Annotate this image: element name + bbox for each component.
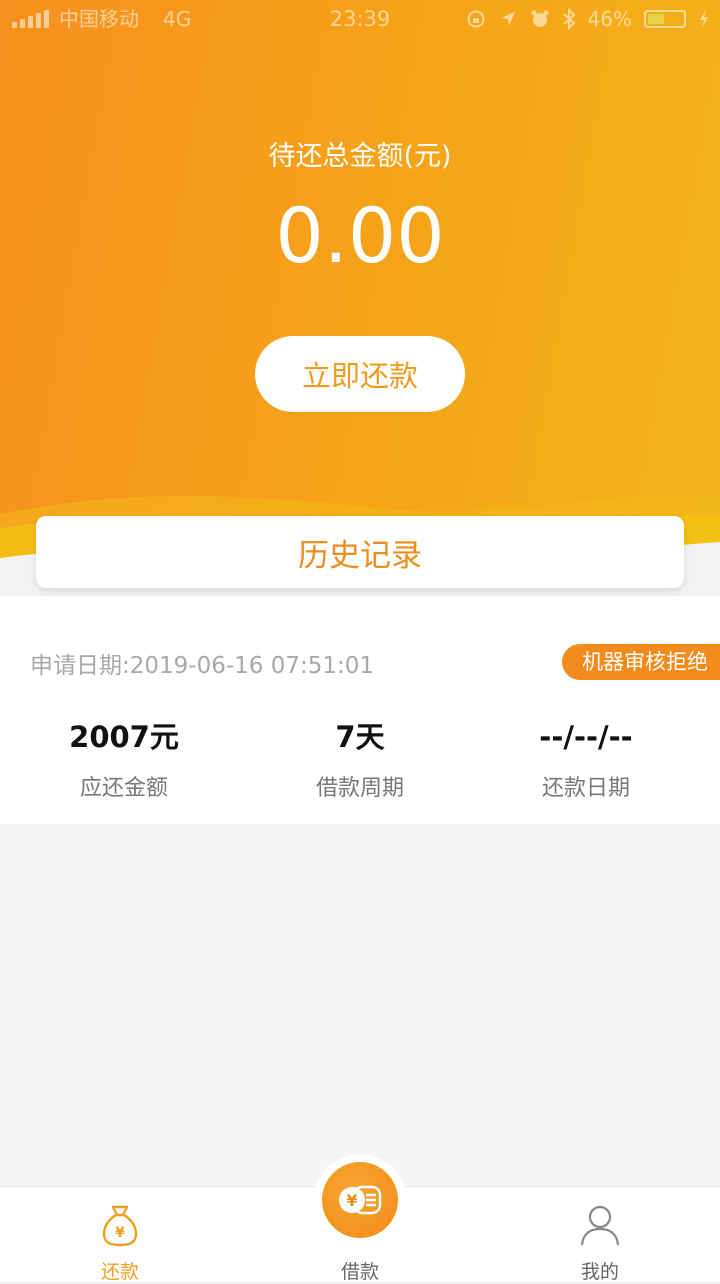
stat-value: 7天 bbox=[335, 720, 385, 754]
stat-repayment-date: --/--/-- 还款日期 bbox=[466, 716, 706, 802]
status-bar: 中国移动 4G 23:39 46% bbox=[0, 0, 720, 38]
bluetooth-icon bbox=[562, 8, 575, 30]
repay-now-button[interactable]: 立即还款 bbox=[255, 336, 465, 412]
stat-value: --/--/-- bbox=[539, 720, 633, 754]
total-due-amount: 0.00 bbox=[275, 191, 445, 280]
stat-amount-due: 2007元 应还金额 bbox=[4, 716, 244, 802]
status-badge: 机器审核拒绝 bbox=[562, 644, 720, 680]
application-date: 申请日期:2019-06-16 07:51:01 bbox=[30, 653, 375, 679]
orientation-lock-icon bbox=[467, 10, 485, 28]
location-icon bbox=[500, 12, 515, 26]
total-due-label: 待还总金额(元) bbox=[268, 141, 452, 172]
history-records-title: 历史记录 bbox=[298, 537, 422, 574]
svg-text:¥: ¥ bbox=[346, 1191, 357, 1210]
repayment-header: 中国移动 4G 23:39 46% 待还总金额(元) 0.00 立即还款 bbox=[0, 0, 720, 596]
stat-label: 还款日期 bbox=[541, 776, 630, 801]
coin-icon: ¥ bbox=[339, 1185, 382, 1215]
money-bag-icon: ¥ bbox=[102, 1205, 138, 1247]
stat-loan-period: 7天 借款周期 bbox=[240, 716, 480, 802]
battery-icon bbox=[644, 10, 686, 28]
alarm-icon bbox=[531, 10, 549, 27]
stat-label: 应还金额 bbox=[79, 776, 168, 801]
loan-record-card[interactable]: 申请日期:2019-06-16 07:51:01 机器审核拒绝 2007元 应还… bbox=[0, 596, 720, 824]
borrow-center-button[interactable]: ¥ bbox=[322, 1162, 398, 1238]
user-icon bbox=[580, 1205, 620, 1246]
stat-value: 2007元 bbox=[69, 720, 179, 754]
history-records-button[interactable]: 历史记录 bbox=[36, 516, 684, 588]
tab-repay[interactable]: ¥ 还款 bbox=[0, 1187, 240, 1283]
tab-mine[interactable]: 我的 bbox=[480, 1187, 720, 1283]
stat-label: 借款周期 bbox=[315, 776, 404, 801]
charging-icon bbox=[700, 10, 708, 28]
battery-percent: 46% bbox=[587, 7, 632, 31]
svg-text:¥: ¥ bbox=[115, 1225, 125, 1241]
